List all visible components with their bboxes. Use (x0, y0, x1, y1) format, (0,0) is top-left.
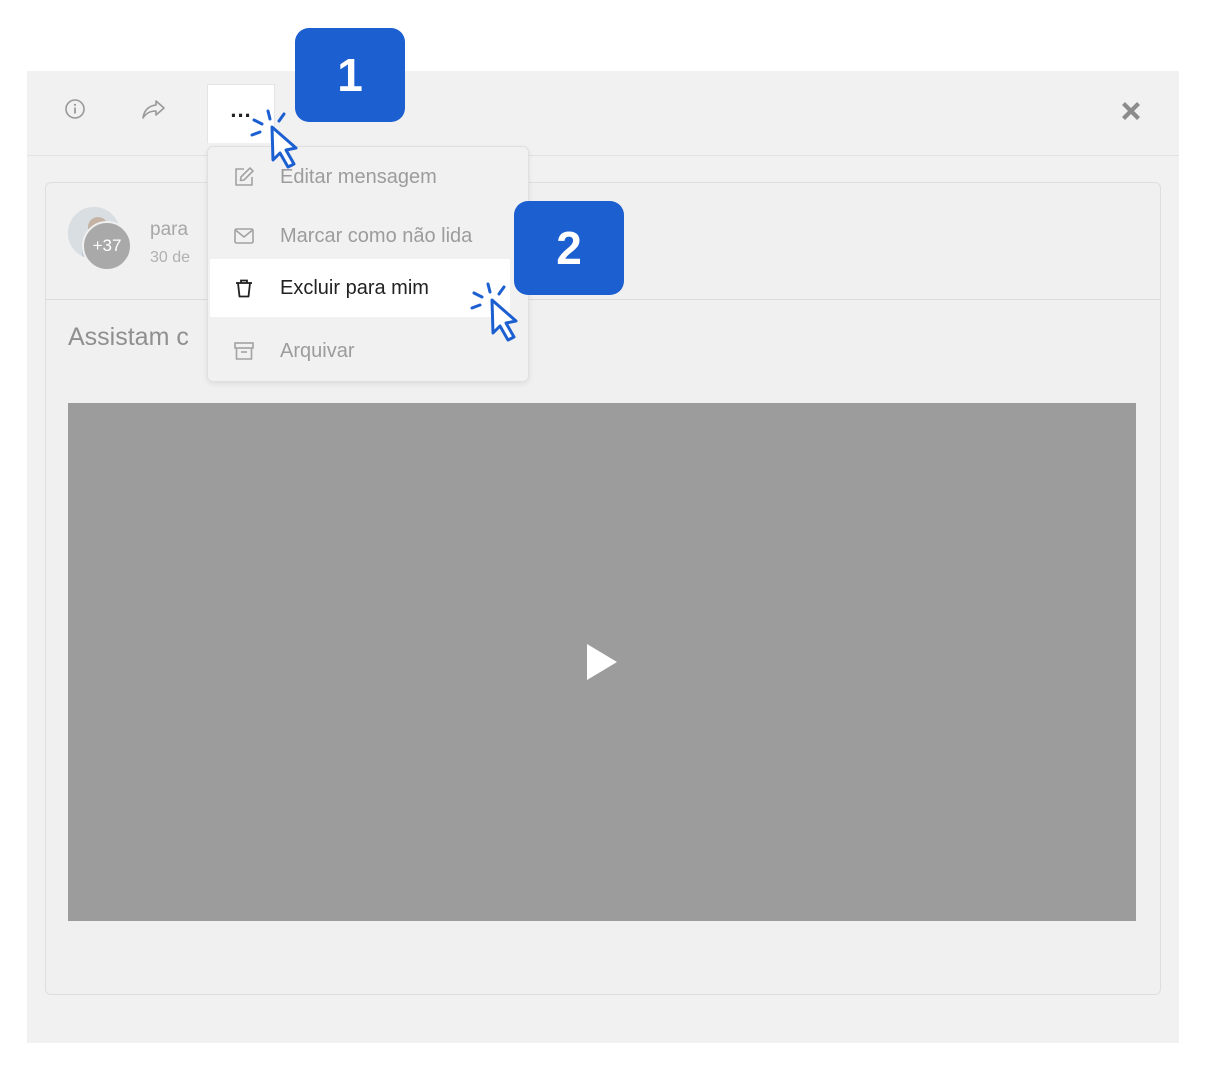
avatar[interactable]: +37 (68, 207, 132, 271)
close-button[interactable] (1113, 93, 1149, 129)
message-subject: Assistam c (68, 323, 189, 351)
avatar-count-badge: +37 (82, 221, 132, 271)
archive-icon (232, 339, 262, 363)
recipient-label: para (150, 219, 189, 240)
menu-item-mark-unread[interactable]: Marcar como não lida (210, 207, 510, 265)
play-icon (587, 644, 617, 680)
close-icon (1122, 102, 1140, 120)
video-player[interactable] (68, 403, 1136, 921)
click-cursor-icon (250, 109, 298, 169)
menu-item-archive[interactable]: Arquivar (210, 322, 510, 380)
message-toolbar: ... (27, 71, 1179, 156)
info-icon[interactable] (55, 89, 95, 129)
menu-item-label: Excluir para mim (280, 276, 429, 299)
click-cursor-icon (470, 282, 518, 342)
trash-icon (232, 276, 262, 300)
menu-item-label: Arquivar (280, 339, 355, 362)
menu-item-label: Marcar como não lida (280, 224, 473, 247)
envelope-icon (232, 224, 262, 248)
share-icon[interactable] (134, 89, 174, 129)
menu-item-delete-for-me[interactable]: Excluir para mim (210, 259, 510, 317)
message-date: 30 de (150, 249, 191, 266)
